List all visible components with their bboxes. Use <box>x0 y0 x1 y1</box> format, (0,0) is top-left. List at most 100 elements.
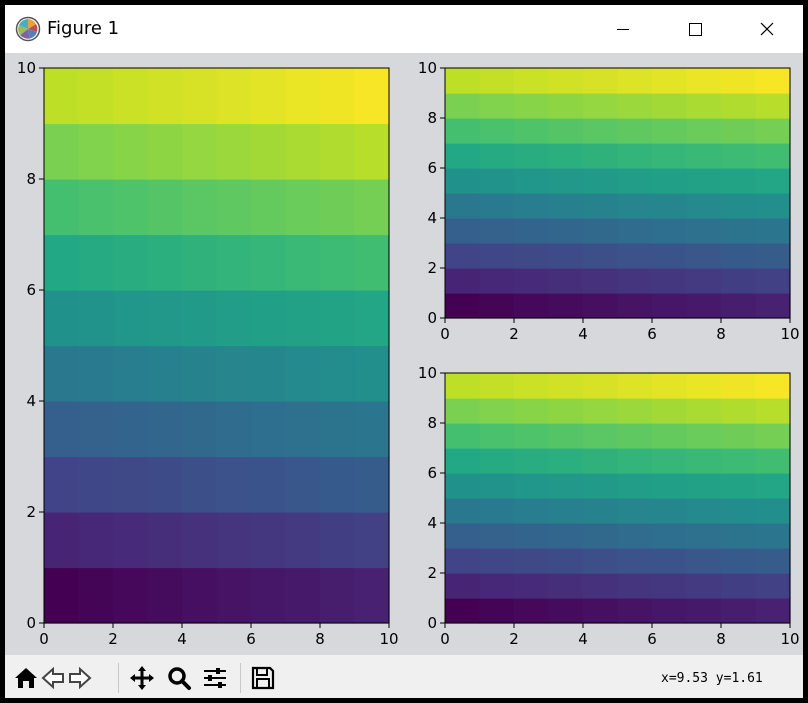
x-tick-label: 6 <box>647 325 657 343</box>
heatmap-cell <box>721 448 757 474</box>
y-tick-label: 2 <box>26 503 36 521</box>
heatmap-cell <box>216 567 252 624</box>
heatmap-cell <box>583 448 619 474</box>
x-tick-label: 4 <box>578 630 588 648</box>
heatmap-cell <box>652 68 688 94</box>
heatmap-cell <box>78 234 114 291</box>
zoom-magnifier-icon[interactable] <box>166 665 192 691</box>
heatmap-cell <box>354 68 390 125</box>
heatmap-cell <box>354 401 390 458</box>
heatmap-cell <box>721 373 757 399</box>
forward-arrow-icon[interactable] <box>67 665 93 691</box>
heatmap-cell <box>445 193 481 219</box>
y-tick-label: 8 <box>427 414 437 432</box>
heatmap-cell <box>445 498 481 524</box>
y-tick-label: 2 <box>427 259 437 277</box>
heatmap-cell <box>514 193 550 219</box>
heatmap-cell <box>320 234 356 291</box>
toolbar-separator <box>240 663 241 693</box>
heatmap-cell <box>147 68 183 125</box>
maximize-icon <box>689 23 702 36</box>
heatmap-cell <box>755 373 791 399</box>
heatmap-cell <box>686 498 722 524</box>
heatmap-cell <box>445 118 481 144</box>
heatmap-cell <box>652 498 688 524</box>
heatmap-cell <box>721 93 757 119</box>
heatmap-cell <box>686 168 722 194</box>
heatmap-cell <box>479 118 515 144</box>
x-tick-label: 10 <box>379 630 398 648</box>
back-arrow-icon[interactable] <box>40 665 66 691</box>
heatmap-cell <box>548 548 584 574</box>
heatmap-cell <box>113 401 149 458</box>
heatmap-cell <box>285 512 321 569</box>
heatmap-cell <box>617 423 653 449</box>
x-tick-label: 8 <box>716 325 726 343</box>
close-button[interactable] <box>731 5 803 53</box>
heatmap-cell <box>617 598 653 624</box>
heatmap-cell <box>617 573 653 599</box>
heatmap-cell <box>479 398 515 424</box>
heatmap-cell <box>479 143 515 169</box>
heatmap-cell <box>113 179 149 236</box>
heatmap-cell <box>44 567 80 624</box>
heatmap-cell <box>548 118 584 144</box>
heatmap-cell <box>721 268 757 294</box>
heatmap-cell <box>354 123 390 180</box>
heatmap-cell <box>583 473 619 499</box>
heatmap-cell <box>251 345 287 402</box>
heatmap-cell <box>445 448 481 474</box>
heatmap-cell <box>182 401 218 458</box>
x-tick-label: 8 <box>716 630 726 648</box>
heatmap-cell <box>320 179 356 236</box>
heatmap-cell <box>251 123 287 180</box>
heatmap-cell <box>78 179 114 236</box>
heatmap-cell <box>686 423 722 449</box>
heatmap-cell <box>755 268 791 294</box>
heatmap-cell <box>583 573 619 599</box>
heatmap-cell <box>755 118 791 144</box>
heatmap-cell <box>548 243 584 269</box>
heatmap-cell <box>44 290 80 347</box>
heatmap-cell <box>147 234 183 291</box>
pan-move-icon[interactable] <box>129 665 155 691</box>
heatmap-cell <box>285 68 321 125</box>
heatmap-cell <box>583 598 619 624</box>
heatmap-cell <box>686 218 722 244</box>
minimize-button[interactable] <box>587 5 659 53</box>
heatmap-cell <box>479 218 515 244</box>
figure-canvas[interactable]: 0 2 4 6 8 10 0 2 4 6 8 10 0 2 4 6 8 10 0 2 4 6 8 10 0 2 4 6 8 10 0 2 4 6 8… <box>5 53 803 655</box>
heatmap-cell <box>755 68 791 94</box>
heatmap-cell <box>445 293 481 319</box>
heatmap-cell <box>583 243 619 269</box>
heatmap-cell <box>755 143 791 169</box>
heatmap-cell <box>548 573 584 599</box>
home-icon[interactable] <box>13 665 39 691</box>
heatmap-cell <box>216 512 252 569</box>
heatmap-cell <box>514 598 550 624</box>
configure-subplots-icon[interactable] <box>202 665 228 691</box>
heatmap-cell <box>652 193 688 219</box>
heatmap-cell <box>320 345 356 402</box>
heatmap-cell <box>548 373 584 399</box>
heatmap-cell <box>182 290 218 347</box>
heatmap-cell <box>548 68 584 94</box>
y-tick-label: 10 <box>17 59 36 77</box>
heatmap-cell <box>617 118 653 144</box>
figure-svg[interactable]: 0 2 4 6 8 10 0 2 4 6 8 10 0 2 4 6 8 10 0 2 4 6 8 10 0 2 4 6 8 10 0 2 4 6 8… <box>5 53 803 655</box>
heatmap-cell <box>182 179 218 236</box>
heatmap-cell <box>354 179 390 236</box>
heatmap-cell <box>147 401 183 458</box>
heatmap-left: 0 2 4 6 8 10 0 2 4 6 8 10 <box>17 59 399 648</box>
heatmap-cell <box>686 523 722 549</box>
heatmap-cell <box>755 168 791 194</box>
save-floppy-icon[interactable] <box>250 665 276 691</box>
heatmap-cell <box>548 423 584 449</box>
title-bar[interactable]: Figure 1 <box>5 5 803 53</box>
maximize-button[interactable] <box>659 5 731 53</box>
x-tick-label: 0 <box>440 325 450 343</box>
heatmap-cell <box>721 218 757 244</box>
heatmap-cell <box>320 512 356 569</box>
heatmap-cell <box>78 68 114 125</box>
navigation-toolbar: x=9.53 y=1.61 <box>5 655 803 698</box>
